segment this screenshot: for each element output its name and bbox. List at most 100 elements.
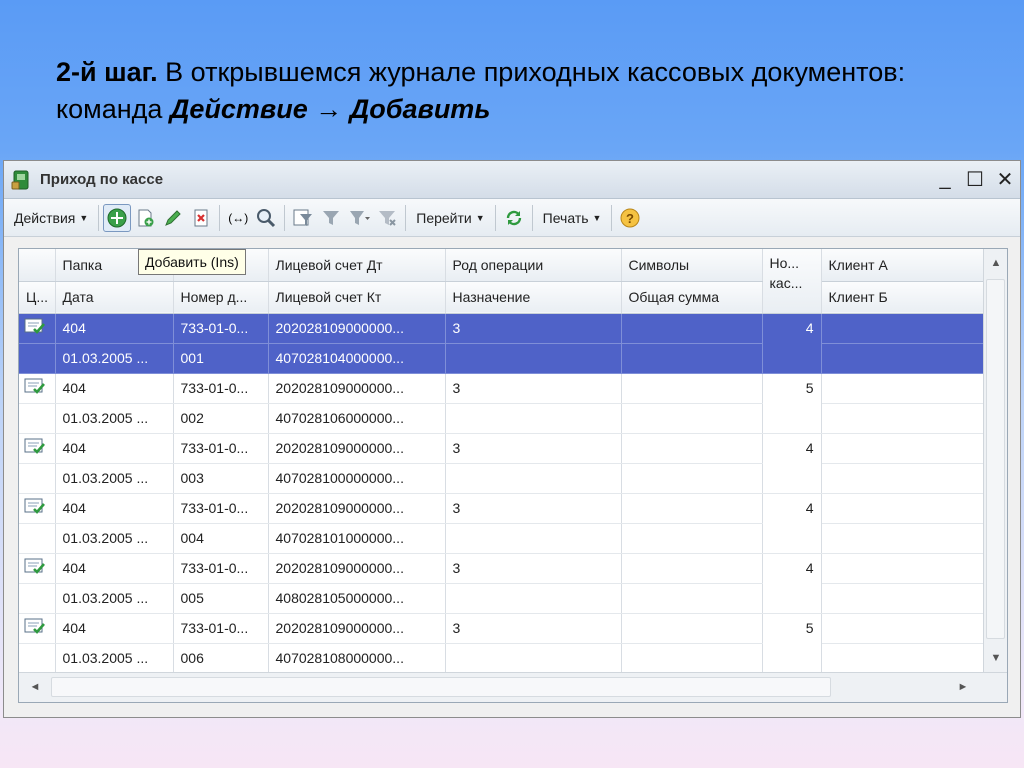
filter-dropdown-icon	[350, 210, 371, 225]
column-header[interactable]: Род операции	[445, 249, 622, 282]
number-cell: 005	[173, 583, 269, 614]
filter-by-value-button[interactable]	[345, 204, 373, 232]
filter-button[interactable]	[317, 204, 345, 232]
toolbar-separator	[219, 204, 221, 231]
minimize-button[interactable]: _	[930, 165, 960, 195]
column-header[interactable]: Символы	[621, 249, 763, 282]
table-row[interactable]: 404 733-01-0... 202028109000000... 3 5	[19, 373, 984, 434]
table-row[interactable]: 404 733-01-0... 202028109000000... 3 4	[19, 313, 984, 374]
column-header[interactable]: Ц...	[19, 281, 56, 314]
client-b-cell	[821, 403, 984, 434]
print-menu[interactable]: Печать ▼	[537, 204, 608, 232]
column-header[interactable]: Лицевой счет Кт	[268, 281, 446, 314]
slide-heading: 2-й шаг. В открывшемся журнале приходных…	[56, 54, 976, 128]
horizontal-scroll-thumb[interactable]	[51, 677, 831, 697]
document-posted-icon	[24, 618, 45, 634]
clear-filter-button[interactable]	[373, 204, 401, 232]
search-button[interactable]	[252, 204, 280, 232]
operation-cell: 3	[445, 433, 622, 464]
add-button[interactable]	[103, 203, 132, 232]
goto-menu[interactable]: Перейти ▼	[410, 204, 490, 232]
table-row[interactable]: 01.03.2005 ... 001 407028104000000...	[19, 343, 984, 374]
total-sum-cell	[621, 463, 763, 494]
column-header[interactable]	[19, 249, 56, 282]
documents-table: Папка Лицевой счет Дт Род операции Символы Н…	[19, 249, 984, 674]
app-icon	[11, 170, 29, 189]
close-button[interactable]: ✕	[990, 165, 1020, 195]
document-cell: 733-01-0...	[173, 493, 269, 524]
status-cell	[19, 613, 56, 644]
column-header[interactable]: Клиент Б	[821, 281, 984, 314]
table-row[interactable]: 404 733-01-0... 202028109000000... 3 4	[19, 553, 984, 614]
date-cell: 01.03.2005 ...	[55, 643, 174, 674]
delete-button[interactable]	[187, 204, 215, 232]
status-cell	[19, 403, 56, 434]
document-posted-icon	[24, 378, 45, 394]
toolbar-separator	[284, 204, 286, 231]
account-dt-cell: 202028109000000...	[268, 493, 446, 524]
column-header[interactable]: Но... кас...	[762, 249, 822, 314]
column-header[interactable]: Общая сумма	[621, 281, 763, 314]
client-b-cell	[821, 643, 984, 674]
table-row[interactable]: 01.03.2005 ... 002 407028106000000...	[19, 403, 984, 434]
header-row: Ц... Дата Номер д... Лицевой счет Кт Назначе…	[19, 281, 984, 314]
number-cell: 006	[173, 643, 269, 674]
number-cell: 002	[173, 403, 269, 434]
symbols-cell	[621, 553, 763, 584]
table-row[interactable]: 404 733-01-0... 202028109000000... 3 4	[19, 493, 984, 554]
purpose-cell	[445, 583, 622, 614]
copy-button[interactable]	[131, 204, 159, 232]
status-cell	[19, 313, 56, 344]
table-row[interactable]: 404 733-01-0... 202028109000000... 3 5	[19, 613, 984, 674]
total-sum-cell	[621, 343, 763, 374]
horizontal-scrollbar[interactable]: ◄ ►	[19, 672, 1007, 702]
document-posted-icon	[24, 498, 45, 514]
table-row[interactable]: 01.03.2005 ... 006 407028108000000...	[19, 643, 984, 674]
status-cell	[19, 373, 56, 404]
help-button[interactable]: ?	[616, 204, 644, 232]
scroll-left-icon[interactable]: ◄	[21, 673, 49, 701]
cashbox-number-cell: 4	[762, 433, 822, 494]
account-kt-cell: 407028104000000...	[268, 343, 446, 374]
delete-icon	[194, 209, 208, 226]
account-dt-cell: 202028109000000...	[268, 553, 446, 584]
column-header[interactable]: Назначение	[445, 281, 622, 314]
exchange-button[interactable]: (↔)	[224, 204, 252, 232]
table-row[interactable]: 01.03.2005 ... 003 407028100000000...	[19, 463, 984, 494]
table-row[interactable]: 404 733-01-0... 202028109000000... 3 4	[19, 433, 984, 494]
date-cell: 01.03.2005 ...	[55, 523, 174, 554]
column-header[interactable]: Клиент А	[821, 249, 984, 282]
table-row[interactable]: 01.03.2005 ... 005 408028105000000...	[19, 583, 984, 614]
status-cell	[19, 463, 56, 494]
toolbar-separator	[611, 204, 613, 231]
scroll-up-icon[interactable]: ▲	[984, 251, 1007, 275]
window-titlebar: Приход по кассе _ ☐ ✕	[4, 161, 1020, 199]
document-posted-icon	[24, 438, 45, 454]
search-icon	[257, 208, 276, 227]
client-a-cell	[821, 493, 984, 524]
account-dt-cell: 202028109000000...	[268, 373, 446, 404]
vertical-scrollbar[interactable]: ▲ ▼	[983, 249, 1007, 672]
clear-filter-icon	[379, 210, 396, 226]
cashbox-number-cell: 5	[762, 613, 822, 674]
column-header[interactable]: Дата	[55, 281, 174, 314]
chevron-down-icon: ▼	[475, 212, 485, 223]
folder-cell: 404	[55, 433, 174, 464]
column-header[interactable]: Лицевой счет Дт	[268, 249, 446, 282]
date-cell: 01.03.2005 ...	[55, 583, 174, 614]
total-sum-cell	[621, 583, 763, 614]
table-row[interactable]: 01.03.2005 ... 004 407028101000000...	[19, 523, 984, 554]
column-header[interactable]: Номер д...	[173, 281, 269, 314]
maximize-button[interactable]: ☐	[960, 165, 990, 195]
filter-settings-button[interactable]	[289, 204, 317, 232]
account-dt-cell: 202028109000000...	[268, 613, 446, 644]
edit-button[interactable]	[159, 204, 187, 232]
vertical-scroll-thumb[interactable]	[986, 279, 1005, 639]
add-tooltip: Добавить (Ins)	[138, 249, 246, 275]
status-cell	[19, 493, 56, 524]
refresh-button[interactable]	[500, 204, 528, 232]
window-title: Приход по кассе	[40, 171, 164, 188]
scroll-right-icon[interactable]: ►	[949, 673, 977, 701]
actions-menu[interactable]: Действия ▼	[8, 204, 94, 232]
scroll-down-icon[interactable]: ▼	[984, 646, 1007, 670]
